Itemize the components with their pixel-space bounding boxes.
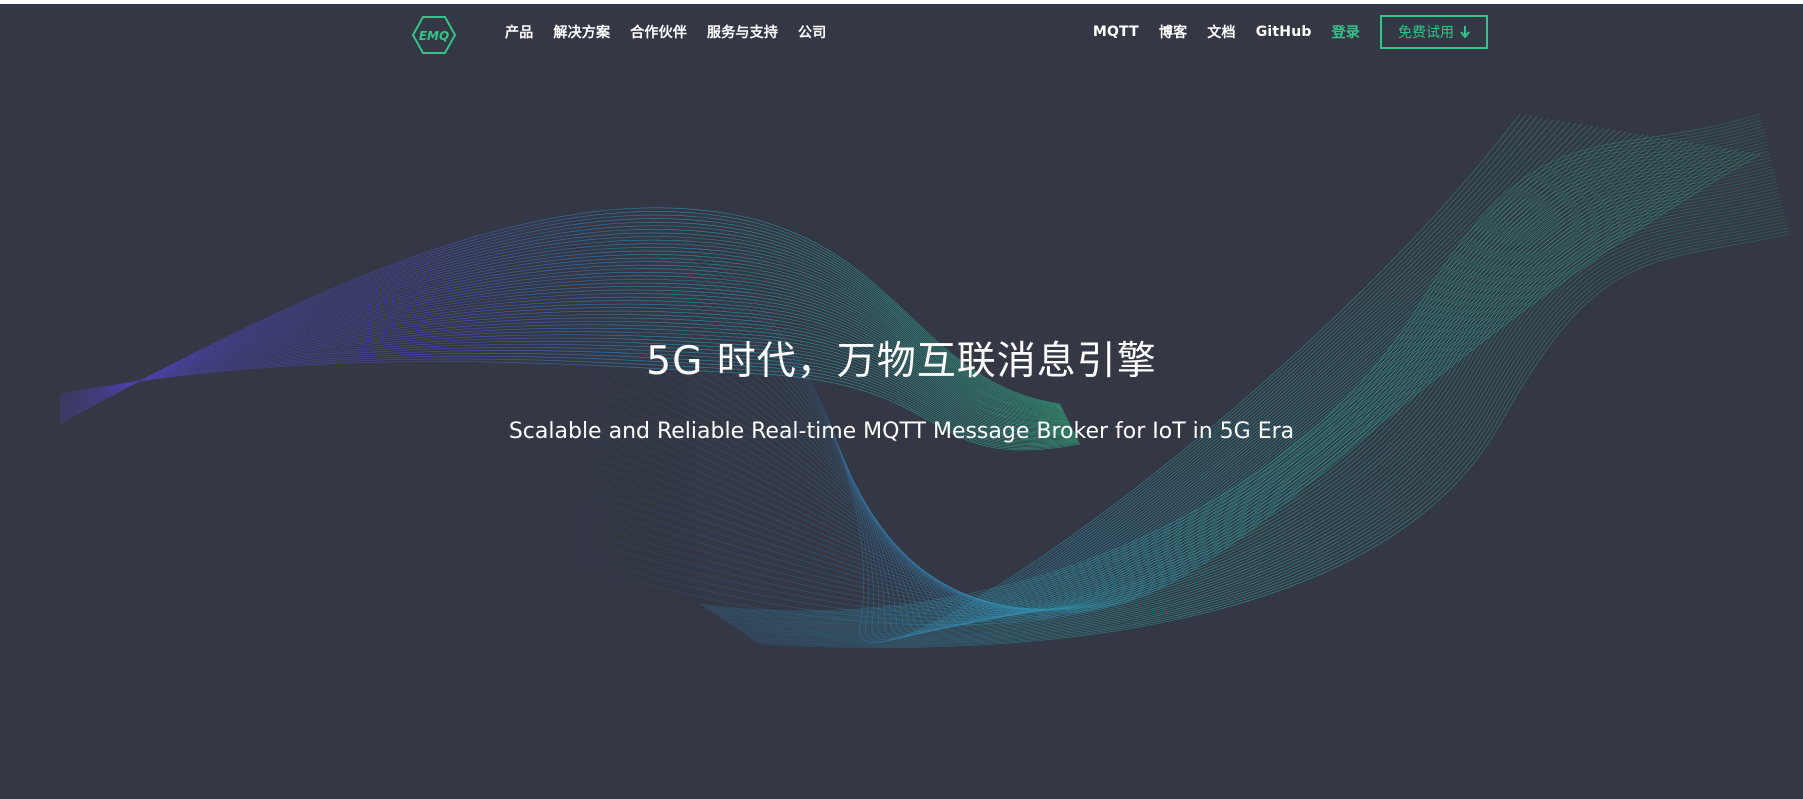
top-navbar: EMQ 产品 解决方案 合作伙伴 服务与支持 公司 MQTT 博客 文档 Git… [0,4,1803,60]
wave-line [736,187,1779,634]
nav-company[interactable]: 公司 [798,22,826,42]
free-trial-button[interactable]: 免费试用 [1380,15,1488,49]
arrow-down-icon [1460,26,1470,38]
nav-products[interactable]: 产品 [505,22,533,42]
nav-solutions[interactable]: 解决方案 [553,22,610,42]
wave-lines-background [59,113,1791,648]
nav-github[interactable]: GitHub [1256,24,1312,40]
secondary-nav: MQTT 博客 文档 GitHub 登录 免费试用 [1093,4,1488,60]
hero-subtitle: Scalable and Reliable Real-time MQTT Mes… [508,419,1295,444]
wave-line [59,243,1065,418]
logo-text: EMQ [419,29,449,43]
page: EMQ 产品 解决方案 合作伙伴 服务与支持 公司 MQTT 博客 文档 Git… [0,4,1803,799]
nav-blog[interactable]: 博客 [1159,22,1187,42]
wave-line [730,175,1776,630]
nav-partners[interactable]: 合作伙伴 [630,22,687,42]
hero-title: 5G 时代，万物互联消息引擎 [646,339,1157,384]
login-link[interactable]: 登录 [1332,22,1360,42]
nav-mqtt[interactable]: MQTT [1093,24,1139,40]
emq-logo[interactable]: EMQ [411,15,457,55]
nav-services-support[interactable]: 服务与支持 [707,22,778,42]
primary-nav: 产品 解决方案 合作伙伴 服务与支持 公司 [505,4,826,60]
free-trial-label: 免费试用 [1398,25,1454,41]
wave-line [59,229,1063,421]
nav-docs[interactable]: 文档 [1207,22,1235,42]
wave-line [719,153,1771,624]
wave-line [59,218,1062,423]
